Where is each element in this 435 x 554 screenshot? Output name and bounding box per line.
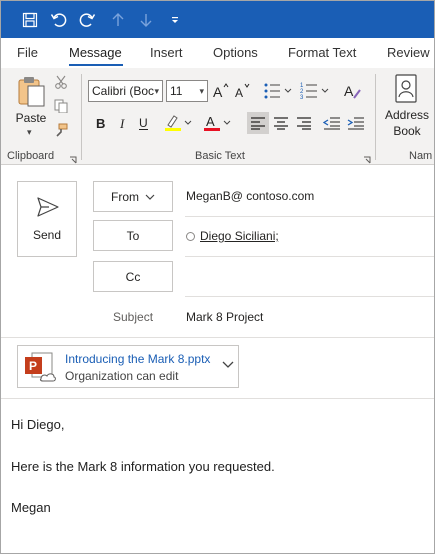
up-arrow-icon[interactable] xyxy=(107,9,129,31)
subject-input[interactable]: Mark 8 Project xyxy=(186,310,263,324)
undo-icon[interactable] xyxy=(48,9,70,31)
underline-button[interactable]: U xyxy=(135,112,153,134)
font-name-dropdown[interactable]: Calibri (Boc ▾ xyxy=(88,80,163,102)
address-book-label-line2: Book xyxy=(393,124,421,138)
body-line: Megan xyxy=(11,500,51,515)
paste-button[interactable]: Paste ▾ xyxy=(13,74,49,137)
attachment-divider xyxy=(1,398,434,399)
group-separator xyxy=(375,74,376,160)
body-line: Hi Diego, xyxy=(11,417,65,432)
send-button[interactable]: Send xyxy=(17,181,77,257)
numbering-button[interactable]: 123 xyxy=(299,80,331,102)
styles-icon[interactable]: A xyxy=(342,80,364,102)
font-size-chevron-icon: ▾ xyxy=(199,86,204,96)
cc-divider xyxy=(185,296,434,297)
from-divider xyxy=(185,216,434,217)
down-arrow-icon[interactable] xyxy=(135,9,157,31)
active-tab-indicator xyxy=(69,64,123,66)
basic-text-launcher-icon[interactable] xyxy=(363,153,371,164)
outlook-compose-window: File Message Insert Options Format Text … xyxy=(0,0,435,554)
cc-button[interactable]: Cc xyxy=(93,261,173,292)
body-line: Here is the Mark 8 information you reque… xyxy=(11,459,275,474)
font-color-button[interactable]: A xyxy=(200,112,234,134)
svg-text:U: U xyxy=(139,116,148,130)
font-name-chevron-icon: ▾ xyxy=(154,86,159,96)
recipient-diego[interactable]: Diego Siciliani; xyxy=(200,229,279,243)
tab-format-text[interactable]: Format Text xyxy=(288,45,356,60)
svg-text:A: A xyxy=(344,83,354,99)
group-separator xyxy=(81,74,82,160)
save-icon[interactable] xyxy=(19,9,41,31)
from-button[interactable]: From xyxy=(93,181,173,212)
format-painter-icon[interactable] xyxy=(53,122,69,138)
from-value: MeganB@ contoso.com xyxy=(186,189,315,203)
shrink-font-icon[interactable]: A xyxy=(234,81,252,101)
increase-indent-icon[interactable] xyxy=(345,112,367,134)
tab-review[interactable]: Review xyxy=(387,45,430,60)
redo-icon[interactable] xyxy=(76,9,98,31)
attachment-filename[interactable]: Introducing the Mark 8.pptx xyxy=(65,352,210,366)
send-icon xyxy=(37,197,59,217)
cc-label: Cc xyxy=(125,269,141,284)
tab-insert[interactable]: Insert xyxy=(150,45,183,60)
bullets-button[interactable] xyxy=(262,80,294,102)
ribbon: Paste ▾ Clipboard Calibri (Boc ▾ 11 ▾ A xyxy=(1,68,434,165)
attachment-permission: Organization can edit xyxy=(65,369,179,383)
basic-text-group-label: Basic Text xyxy=(195,150,245,162)
align-center-button[interactable] xyxy=(270,112,292,134)
clipboard-launcher-icon[interactable] xyxy=(69,153,77,164)
address-book-label-line1: Address xyxy=(384,108,430,122)
customize-qat-icon[interactable] xyxy=(164,9,186,31)
grow-font-icon[interactable]: A xyxy=(212,81,230,101)
chevron-down-icon[interactable] xyxy=(222,361,234,369)
paste-label: Paste xyxy=(15,111,47,125)
send-label: Send xyxy=(32,228,62,242)
to-button[interactable]: To xyxy=(93,220,173,251)
subject-label: Subject xyxy=(113,310,154,324)
chevron-down-icon xyxy=(145,194,155,200)
address-book-button[interactable]: Address Book xyxy=(382,72,432,144)
paste-dropdown-icon: ▾ xyxy=(27,127,32,137)
header-divider xyxy=(1,337,434,338)
to-divider xyxy=(185,256,434,257)
svg-text:A: A xyxy=(213,84,223,100)
clipboard-group-label: Clipboard xyxy=(7,150,55,162)
tab-message[interactable]: Message xyxy=(69,45,122,60)
cc-input[interactable] xyxy=(186,261,434,295)
highlight-button[interactable] xyxy=(161,112,195,134)
tab-options[interactable]: Options xyxy=(213,45,258,60)
bold-button[interactable]: B xyxy=(92,112,110,134)
powerpoint-file-icon: P xyxy=(25,352,56,382)
ribbon-tabs: File Message Insert Options Format Text … xyxy=(1,38,434,68)
to-field[interactable]: Diego Siciliani; xyxy=(186,229,279,243)
align-left-button[interactable] xyxy=(247,112,269,134)
copy-icon[interactable] xyxy=(53,98,69,114)
from-label: From xyxy=(111,189,139,204)
presence-icon xyxy=(186,231,195,241)
svg-text:P: P xyxy=(29,359,37,373)
to-label: To xyxy=(126,228,140,243)
svg-text:A: A xyxy=(206,114,215,129)
tab-file[interactable]: File xyxy=(17,45,38,60)
svg-text:I: I xyxy=(119,116,125,131)
font-name-value: Calibri (Boc xyxy=(92,84,155,98)
svg-text:A: A xyxy=(235,86,243,100)
names-group-label: Nam xyxy=(409,150,433,162)
font-size-dropdown[interactable]: 11 ▾ xyxy=(166,80,208,102)
italic-button[interactable]: I xyxy=(114,112,132,134)
attachment-card[interactable]: P Introducing the Mark 8.pptx Organizati… xyxy=(17,345,239,388)
decrease-indent-icon[interactable] xyxy=(321,112,343,134)
title-bar xyxy=(1,1,434,38)
cut-icon[interactable] xyxy=(53,74,69,90)
svg-text:3: 3 xyxy=(300,95,304,101)
compose-header: Send From MeganB@ contoso.com To Diego S… xyxy=(1,165,434,338)
align-right-button[interactable] xyxy=(293,112,315,134)
font-size-value: 11 xyxy=(170,84,183,98)
svg-text:B: B xyxy=(96,116,105,131)
